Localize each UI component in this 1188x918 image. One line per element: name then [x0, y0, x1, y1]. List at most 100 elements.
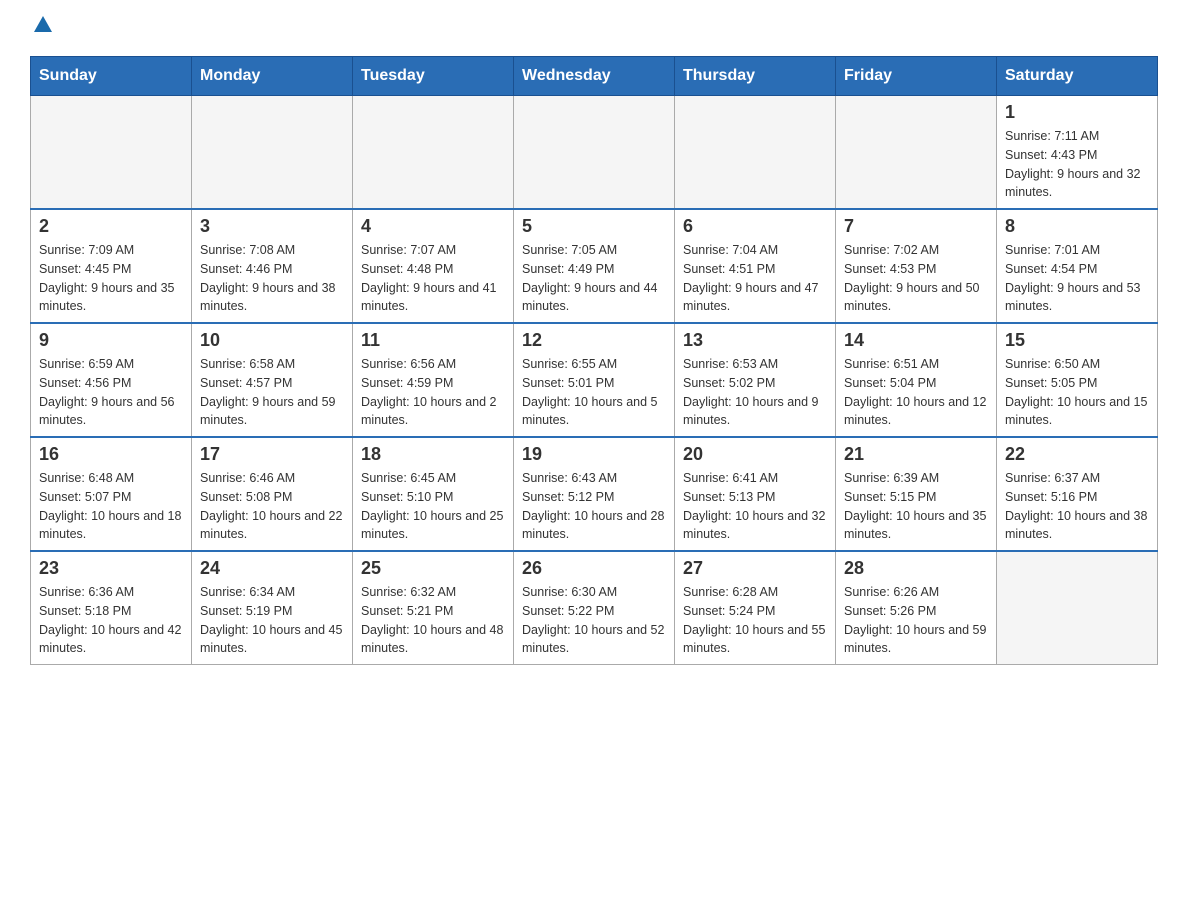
day-number: 3 — [200, 216, 344, 237]
calendar-cell: 16Sunrise: 6:48 AM Sunset: 5:07 PM Dayli… — [31, 437, 192, 551]
day-info: Sunrise: 6:43 AM Sunset: 5:12 PM Dayligh… — [522, 469, 666, 544]
day-info: Sunrise: 7:04 AM Sunset: 4:51 PM Dayligh… — [683, 241, 827, 316]
day-number: 23 — [39, 558, 183, 579]
calendar-cell: 15 Sunrise: 6:50 AM Sunset: 5:05 PM Dayli… — [997, 323, 1158, 437]
column-header-saturday: Saturday — [997, 57, 1158, 96]
calendar-cell: 12Sunrise: 6:55 AM Sunset: 5:01 PM Dayli… — [514, 323, 675, 437]
day-info: Sunrise: 6:53 AM Sunset: 5:02 PM Dayligh… — [683, 355, 827, 430]
calendar-cell: 4 Sunrise: 7:07 AM Sunset: 4:48 PM Daylig… — [353, 209, 514, 323]
day-number: 4 — [361, 216, 505, 237]
day-number: 9 — [39, 330, 183, 351]
calendar-cell: 18Sunrise: 6:45 AM Sunset: 5:10 PM Dayli… — [353, 437, 514, 551]
day-info: Sunrise: 6:36 AM Sunset: 5:18 PM Dayligh… — [39, 583, 183, 658]
page-header — [30, 20, 1158, 36]
day-number: 12 — [522, 330, 666, 351]
calendar-cell: 2 Sunrise: 7:09 AM Sunset: 4:45 PM Daylig… — [31, 209, 192, 323]
calendar-cell — [192, 96, 353, 210]
calendar-cell — [997, 551, 1158, 665]
day-number: 26 — [522, 558, 666, 579]
calendar-cell: 22 Sunrise: 6:37 AM Sunset: 5:16 PM Dayli… — [997, 437, 1158, 551]
day-number: 8 — [1005, 216, 1149, 237]
day-info: Sunrise: 6:48 AM Sunset: 5:07 PM Dayligh… — [39, 469, 183, 544]
calendar-cell: 27 Sunrise: 6:28 AM Sunset: 5:24 PM Dayli… — [675, 551, 836, 665]
calendar-cell: 6 Sunrise: 7:04 AM Sunset: 4:51 PM Daylig… — [675, 209, 836, 323]
day-number: 11 — [361, 330, 505, 351]
calendar-cell: 26 Sunrise: 6:30 AM Sunset: 5:22 PM Dayli… — [514, 551, 675, 665]
calendar-cell: 17 Sunrise: 6:46 AM Sunset: 5:08 PM Dayli… — [192, 437, 353, 551]
calendar-cell: 25 Sunrise: 6:32 AM Sunset: 5:21 PM Dayli… — [353, 551, 514, 665]
day-info: Sunrise: 7:11 AM Sunset: 4:43 PM Dayligh… — [1005, 127, 1149, 202]
calendar-cell: 13 Sunrise: 6:53 AM Sunset: 5:02 PM Dayli… — [675, 323, 836, 437]
calendar-cell — [836, 96, 997, 210]
day-info: Sunrise: 7:09 AM Sunset: 4:45 PM Dayligh… — [39, 241, 183, 316]
column-header-friday: Friday — [836, 57, 997, 96]
calendar-cell: 3 Sunrise: 7:08 AM Sunset: 4:46 PM Daylig… — [192, 209, 353, 323]
day-info: Sunrise: 6:39 AM Sunset: 5:15 PM Dayligh… — [844, 469, 988, 544]
calendar-cell: 10 Sunrise: 6:58 AM Sunset: 4:57 PM Dayli… — [192, 323, 353, 437]
day-number: 7 — [844, 216, 988, 237]
calendar-cell: 23 Sunrise: 6:36 AM Sunset: 5:18 PM Dayli… — [31, 551, 192, 665]
calendar-cell — [353, 96, 514, 210]
day-info: Sunrise: 7:08 AM Sunset: 4:46 PM Dayligh… — [200, 241, 344, 316]
day-info: Sunrise: 6:41 AM Sunset: 5:13 PM Dayligh… — [683, 469, 827, 544]
calendar-cell: 9 Sunrise: 6:59 AM Sunset: 4:56 PM Daylig… — [31, 323, 192, 437]
day-number: 15 — [1005, 330, 1149, 351]
calendar-cell — [675, 96, 836, 210]
day-info: Sunrise: 6:58 AM Sunset: 4:57 PM Dayligh… — [200, 355, 344, 430]
calendar-cell: 1 Sunrise: 7:11 AM Sunset: 4:43 PM Daylig… — [997, 96, 1158, 210]
day-info: Sunrise: 6:34 AM Sunset: 5:19 PM Dayligh… — [200, 583, 344, 658]
column-header-tuesday: Tuesday — [353, 57, 514, 96]
calendar-week-row: 1 Sunrise: 7:11 AM Sunset: 4:43 PM Daylig… — [31, 96, 1158, 210]
day-number: 5 — [522, 216, 666, 237]
column-header-thursday: Thursday — [675, 57, 836, 96]
calendar-cell — [31, 96, 192, 210]
calendar-cell: 28 Sunrise: 6:26 AM Sunset: 5:26 PM Dayli… — [836, 551, 997, 665]
calendar-cell: 5 Sunrise: 7:05 AM Sunset: 4:49 PM Daylig… — [514, 209, 675, 323]
calendar-cell: 20 Sunrise: 6:41 AM Sunset: 5:13 PM Dayli… — [675, 437, 836, 551]
calendar-cell: 19Sunrise: 6:43 AM Sunset: 5:12 PM Dayli… — [514, 437, 675, 551]
calendar-week-row: 9 Sunrise: 6:59 AM Sunset: 4:56 PM Daylig… — [31, 323, 1158, 437]
calendar-header-row: SundayMondayTuesdayWednesdayThursdayFrid… — [31, 57, 1158, 96]
day-number: 13 — [683, 330, 827, 351]
day-number: 22 — [1005, 444, 1149, 465]
column-header-monday: Monday — [192, 57, 353, 96]
day-info: Sunrise: 6:28 AM Sunset: 5:24 PM Dayligh… — [683, 583, 827, 658]
calendar-cell: 7 Sunrise: 7:02 AM Sunset: 4:53 PM Daylig… — [836, 209, 997, 323]
day-number: 1 — [1005, 102, 1149, 123]
calendar-cell: 14 Sunrise: 6:51 AM Sunset: 5:04 PM Dayli… — [836, 323, 997, 437]
day-info: Sunrise: 6:59 AM Sunset: 4:56 PM Dayligh… — [39, 355, 183, 430]
logo-triangle-icon — [34, 16, 52, 32]
calendar-week-row: 23 Sunrise: 6:36 AM Sunset: 5:18 PM Dayli… — [31, 551, 1158, 665]
calendar-cell: 11 Sunrise: 6:56 AM Sunset: 4:59 PM Dayli… — [353, 323, 514, 437]
day-number: 24 — [200, 558, 344, 579]
day-number: 2 — [39, 216, 183, 237]
day-info: Sunrise: 6:32 AM Sunset: 5:21 PM Dayligh… — [361, 583, 505, 658]
day-info: Sunrise: 6:56 AM Sunset: 4:59 PM Dayligh… — [361, 355, 505, 430]
day-info: Sunrise: 7:05 AM Sunset: 4:49 PM Dayligh… — [522, 241, 666, 316]
day-number: 6 — [683, 216, 827, 237]
day-info: Sunrise: 6:26 AM Sunset: 5:26 PM Dayligh… — [844, 583, 988, 658]
day-number: 28 — [844, 558, 988, 579]
day-number: 21 — [844, 444, 988, 465]
day-info: Sunrise: 6:46 AM Sunset: 5:08 PM Dayligh… — [200, 469, 344, 544]
day-info: Sunrise: 7:01 AM Sunset: 4:54 PM Dayligh… — [1005, 241, 1149, 316]
day-info: Sunrise: 7:02 AM Sunset: 4:53 PM Dayligh… — [844, 241, 988, 316]
day-number: 17 — [200, 444, 344, 465]
day-number: 10 — [200, 330, 344, 351]
day-info: Sunrise: 6:51 AM Sunset: 5:04 PM Dayligh… — [844, 355, 988, 430]
day-info: Sunrise: 6:50 AM Sunset: 5:05 PM Dayligh… — [1005, 355, 1149, 430]
day-number: 25 — [361, 558, 505, 579]
calendar-week-row: 2 Sunrise: 7:09 AM Sunset: 4:45 PM Daylig… — [31, 209, 1158, 323]
day-info: Sunrise: 7:07 AM Sunset: 4:48 PM Dayligh… — [361, 241, 505, 316]
logo — [30, 20, 52, 36]
calendar-cell — [514, 96, 675, 210]
calendar-cell: 24 Sunrise: 6:34 AM Sunset: 5:19 PM Dayli… — [192, 551, 353, 665]
day-info: Sunrise: 6:37 AM Sunset: 5:16 PM Dayligh… — [1005, 469, 1149, 544]
day-number: 20 — [683, 444, 827, 465]
calendar-cell: 8 Sunrise: 7:01 AM Sunset: 4:54 PM Daylig… — [997, 209, 1158, 323]
day-info: Sunrise: 6:30 AM Sunset: 5:22 PM Dayligh… — [522, 583, 666, 658]
day-number: 14 — [844, 330, 988, 351]
day-number: 27 — [683, 558, 827, 579]
column-header-wednesday: Wednesday — [514, 57, 675, 96]
calendar-week-row: 16Sunrise: 6:48 AM Sunset: 5:07 PM Dayli… — [31, 437, 1158, 551]
